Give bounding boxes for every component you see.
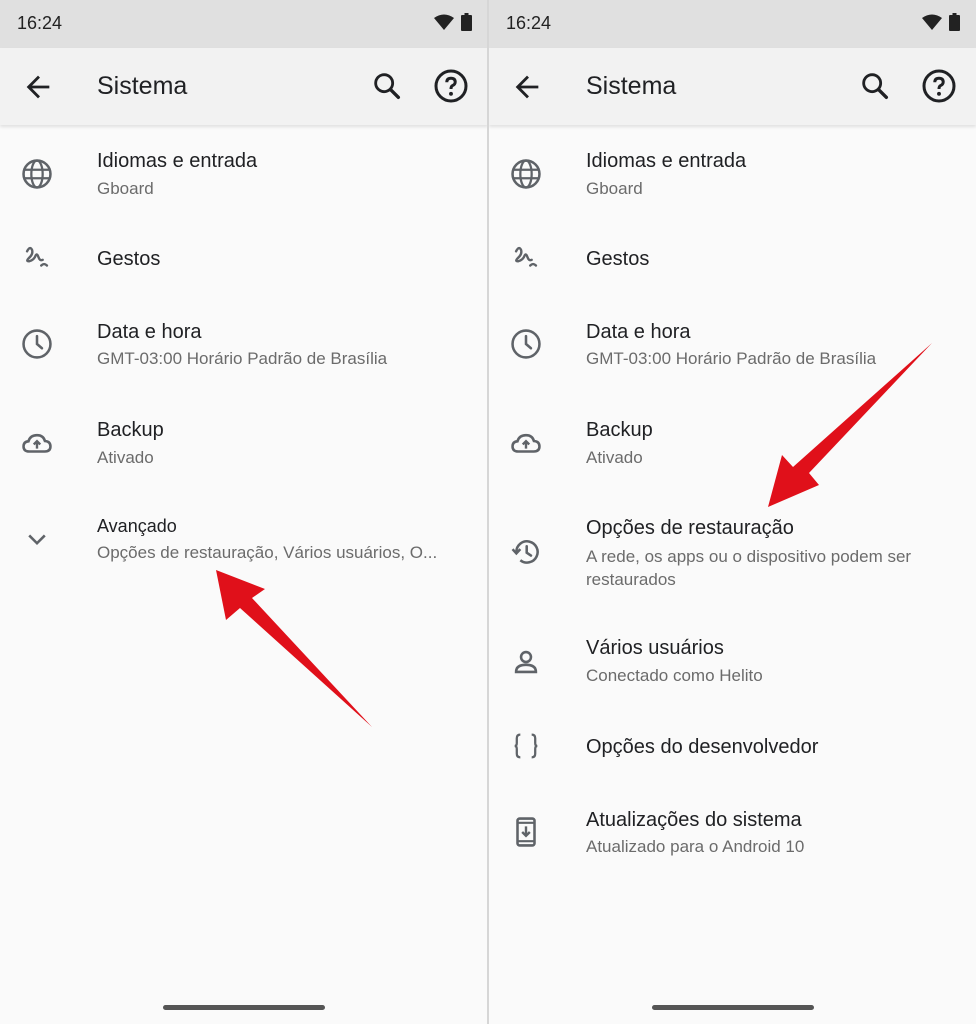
status-time: 16:24	[17, 13, 63, 33]
gesture-icon	[514, 246, 538, 267]
wifi-icon	[922, 14, 942, 30]
status-bar: 16:24	[489, 0, 976, 48]
app-bar: Sistema	[489, 48, 976, 125]
setting-title: Opções do desenvolvedor	[586, 736, 819, 758]
cloud-upload-icon	[511, 433, 541, 453]
globe-icon	[511, 159, 541, 189]
setting-subtitle: GMT-03:00 Horário Padrão de Brasília	[586, 349, 877, 368]
cloud-upload-icon	[22, 433, 52, 453]
setting-developer-options[interactable]: Opções do desenvolvedor	[489, 718, 976, 778]
setting-languages[interactable]: Idiomas e entrada Gboard	[0, 140, 488, 210]
setting-subtitle: Gboard	[586, 179, 643, 198]
setting-subtitle: Ativado	[97, 448, 154, 467]
chevron-down-icon	[28, 534, 46, 546]
setting-system-updates[interactable]: Atualizações do sistema Atualizado para …	[489, 800, 976, 870]
page-title: Sistema	[586, 72, 677, 100]
setting-title: Backup	[97, 419, 164, 441]
setting-title: Vários usuários	[586, 637, 724, 659]
setting-title: Data e hora	[586, 321, 691, 343]
globe-icon	[22, 159, 52, 189]
battery-icon	[461, 13, 472, 31]
left-screen: 16:24 Sistema Idiomas e entrada Gboard G…	[0, 0, 488, 1024]
back-arrow-icon[interactable]	[21, 70, 55, 104]
setting-title: Idiomas e entrada	[97, 150, 258, 172]
setting-subtitle: Ativado	[586, 448, 643, 467]
braces-icon	[514, 733, 538, 759]
wifi-icon	[434, 14, 454, 30]
setting-title: Gestos	[97, 248, 161, 270]
back-arrow-icon[interactable]	[510, 70, 544, 104]
setting-multiple-users[interactable]: Vários usuários Conectado como Helito	[489, 628, 976, 698]
page-title: Sistema	[97, 72, 188, 100]
setting-title: Atualizações do sistema	[586, 809, 802, 831]
battery-icon	[949, 13, 960, 31]
setting-subtitle: Gboard	[97, 179, 154, 198]
search-icon[interactable]	[370, 69, 404, 103]
setting-subtitle: Conectado como Helito	[586, 666, 763, 685]
setting-subtitle: A rede, os apps ou o dispositivo podem s…	[586, 547, 912, 589]
setting-title: Opções de restauração	[586, 517, 794, 539]
restore-icon	[511, 540, 539, 564]
setting-title: Idiomas e entrada	[586, 150, 747, 172]
setting-gestures[interactable]: Gestos	[0, 230, 488, 290]
setting-subtitle: GMT-03:00 Horário Padrão de Brasília	[97, 349, 388, 368]
setting-restore-options[interactable]: Opções de restauração A rede, os apps ou…	[489, 505, 976, 600]
person-icon	[514, 650, 538, 674]
status-bar: 16:24	[0, 0, 488, 48]
app-bar: Sistema	[0, 48, 488, 125]
setting-title: Backup	[586, 419, 653, 441]
setting-title: Gestos	[586, 248, 650, 270]
setting-backup[interactable]: Backup Ativado	[0, 410, 488, 480]
setting-advanced[interactable]: Avançado Opções de restauração, Vários u…	[0, 505, 488, 575]
clock-icon	[511, 329, 541, 359]
setting-backup[interactable]: Backup Ativado	[489, 410, 976, 480]
setting-date-time[interactable]: Data e hora GMT-03:00 Horário Padrão de …	[0, 310, 488, 380]
setting-gestures[interactable]: Gestos	[489, 230, 976, 290]
system-update-icon	[516, 817, 536, 847]
search-icon[interactable]	[858, 69, 892, 103]
right-screen: 16:24 Sistema Idiomas e entrada Gboard G…	[489, 0, 976, 1024]
setting-date-time[interactable]: Data e hora GMT-03:00 Horário Padrão de …	[489, 310, 976, 380]
help-icon[interactable]	[921, 68, 957, 104]
setting-languages[interactable]: Idiomas e entrada Gboard	[489, 140, 976, 210]
clock-icon	[22, 329, 52, 359]
status-time: 16:24	[506, 13, 552, 33]
setting-subtitle: Atualizado para o Android 10	[586, 837, 805, 856]
setting-title: Avançado	[97, 516, 177, 536]
setting-subtitle: Opções de restauração, Vários usuários, …	[97, 543, 438, 562]
help-icon[interactable]	[433, 68, 469, 104]
setting-title: Data e hora	[97, 321, 202, 343]
gesture-icon	[25, 246, 49, 267]
gesture-nav-handle[interactable]	[163, 1005, 325, 1010]
gesture-nav-handle[interactable]	[651, 1005, 814, 1010]
